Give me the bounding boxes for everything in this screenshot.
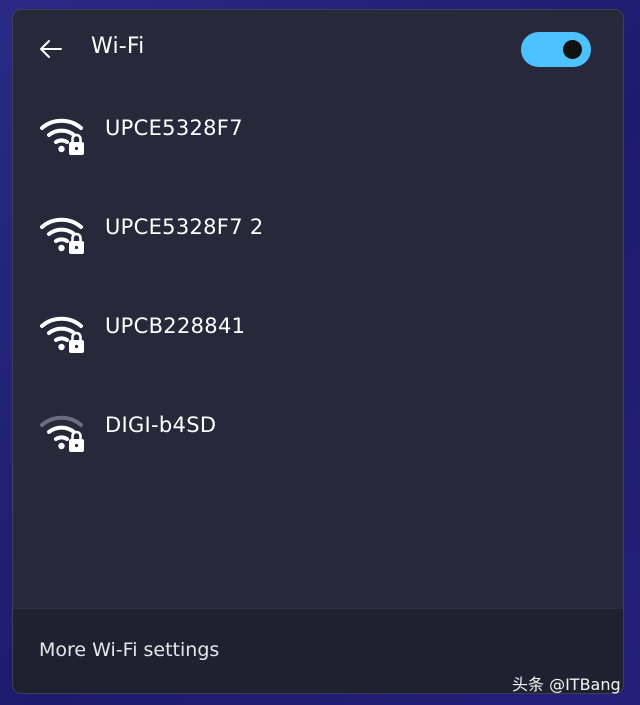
network-name: UPCE5328F7 2: [105, 215, 264, 239]
flyout-header: Wi-Fi: [13, 10, 623, 90]
network-item[interactable]: UPCB228841: [13, 296, 623, 386]
toggle-knob: [563, 40, 582, 59]
network-name: UPCB228841: [105, 314, 246, 338]
watermark: 头条 @ITBang: [512, 675, 621, 694]
network-name: UPCE5328F7: [105, 116, 243, 140]
back-button[interactable]: [37, 36, 65, 62]
arrow-left-icon: [40, 40, 62, 58]
wifi-toggle[interactable]: [521, 32, 591, 67]
network-item[interactable]: DIGI-b4SD: [13, 395, 623, 485]
wifi-secured-icon: [40, 217, 84, 254]
wifi-secured-icon: [40, 316, 84, 353]
wifi-secured-icon: [40, 415, 84, 452]
network-item[interactable]: UPCE5328F7: [13, 98, 623, 188]
page-title: Wi-Fi: [91, 34, 145, 59]
wifi-flyout-panel: Wi-Fi UPCE5328F7 UPCE5328F7 2 UPCB228841…: [12, 9, 624, 694]
more-wifi-settings-link[interactable]: More Wi-Fi settings: [39, 639, 219, 661]
network-item[interactable]: UPCE5328F7 2: [13, 197, 623, 287]
network-name: DIGI-b4SD: [105, 413, 217, 437]
wifi-secured-icon: [40, 118, 84, 155]
